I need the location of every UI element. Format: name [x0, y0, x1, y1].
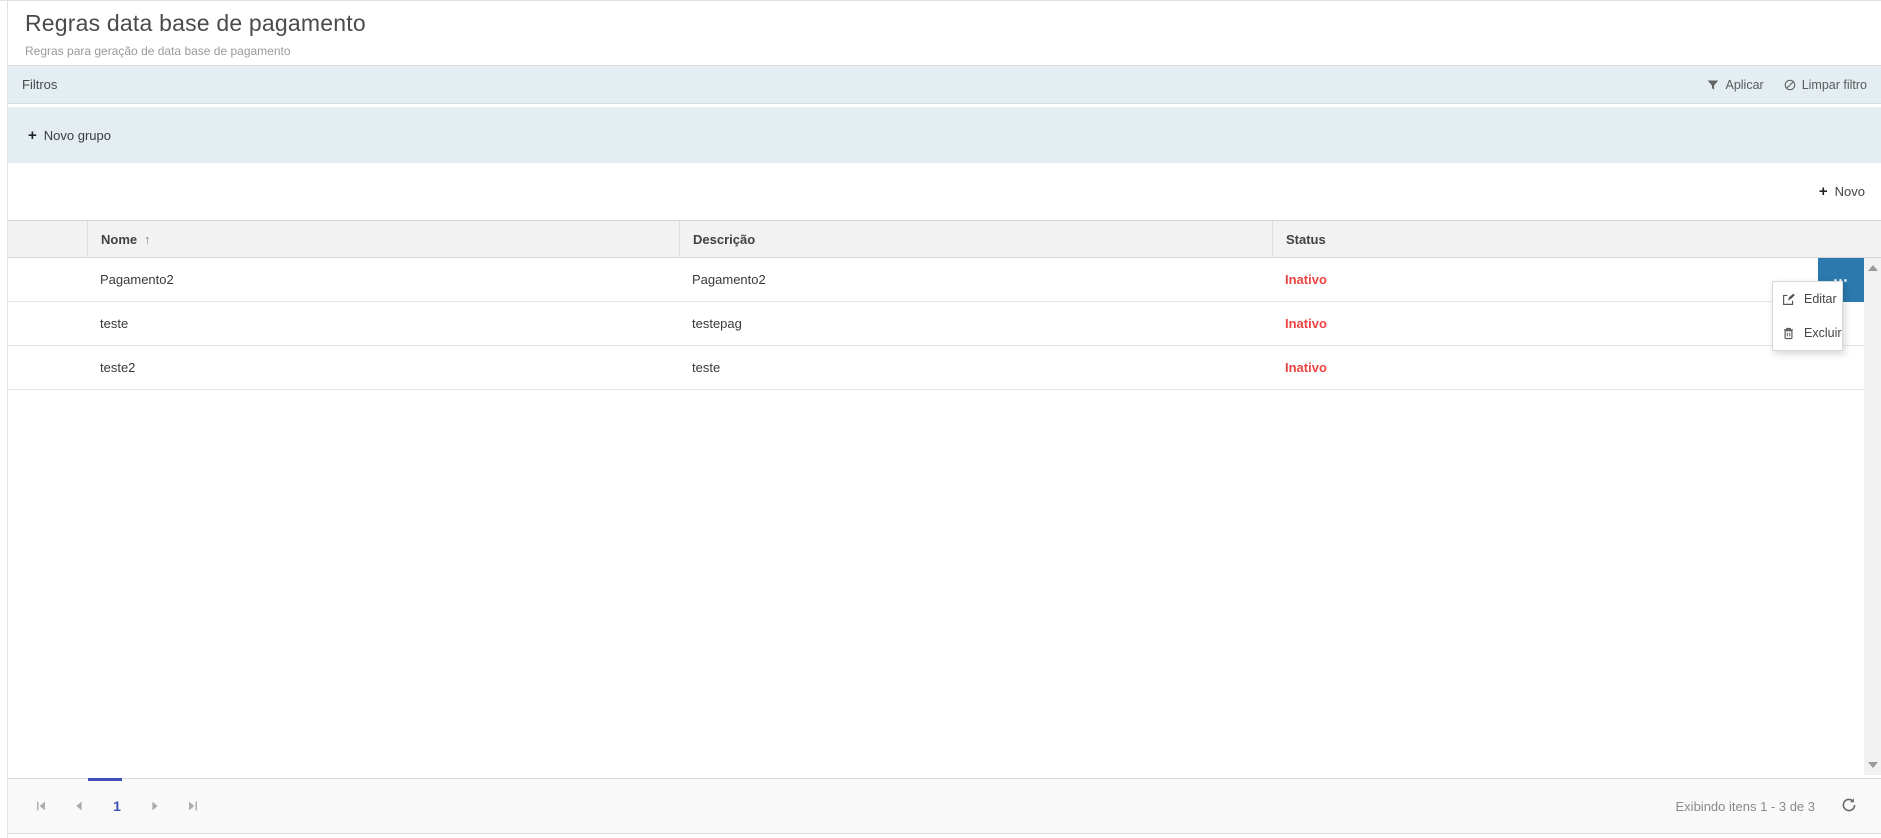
new-filter-group-label: Novo grupo [44, 128, 111, 143]
last-page-button[interactable] [174, 791, 212, 821]
page-subtitle: Regras para geração de data base de paga… [25, 44, 1881, 58]
plus-icon: + [1819, 184, 1828, 199]
cell-nome: teste2 [87, 360, 679, 375]
current-page-indicator [88, 778, 122, 781]
table-row[interactable]: Pagamento2 Pagamento2 Inativo [8, 258, 1881, 302]
table-row[interactable]: teste testepag Inativo [8, 302, 1881, 346]
menu-item-editar[interactable]: Editar [1773, 282, 1842, 316]
menu-item-excluir[interactable]: Excluir [1773, 316, 1842, 350]
pager-right-group: Exibindo itens 1 - 3 de 3 [1676, 797, 1867, 816]
cell-nome: teste [87, 316, 679, 331]
previous-page-button[interactable] [60, 791, 98, 821]
trash-icon [1782, 327, 1795, 340]
refresh-button[interactable] [1841, 797, 1857, 816]
new-record-button[interactable]: + Novo [1819, 184, 1865, 199]
clear-filter-label: Limpar filtro [1802, 78, 1867, 92]
column-header-descricao[interactable]: Descrição [679, 221, 1272, 257]
column-header-status-label: Status [1286, 232, 1326, 247]
filters-bar: Filtros Aplicar Limpar filtro [8, 66, 1881, 104]
refresh-icon [1841, 797, 1857, 816]
page-root: Regras data base de pagamento Regras par… [0, 0, 1881, 838]
scroll-up-icon[interactable] [1868, 265, 1878, 271]
apply-filter-button[interactable]: Aplicar [1707, 78, 1763, 92]
cancel-circle-icon [1784, 79, 1796, 91]
filters-label: Filtros [22, 77, 57, 92]
first-page-button[interactable] [22, 791, 60, 821]
new-filter-group-button[interactable]: + Novo grupo [28, 128, 111, 143]
cell-descricao: teste [679, 360, 1272, 375]
page-title: Regras data base de pagamento [25, 10, 1881, 37]
column-header-nome-label: Nome [101, 232, 137, 247]
pager-info: Exibindo itens 1 - 3 de 3 [1676, 799, 1815, 814]
grid-header-row: Nome ↑ Descrição Status [8, 220, 1881, 258]
filter-funnel-icon [1707, 79, 1719, 91]
data-grid: Nome ↑ Descrição Status Pagamento2 Pagam… [8, 220, 1881, 390]
grid-header-spacer [8, 221, 87, 257]
grid-toolbar: + Novo [8, 163, 1881, 220]
next-page-button[interactable] [136, 791, 174, 821]
column-header-descricao-label: Descrição [693, 232, 755, 247]
cell-descricao: testepag [679, 316, 1272, 331]
filter-actions: Aplicar Limpar filtro [1707, 78, 1867, 92]
pager-bar: 1 Exibindo itens 1 - 3 de 3 [8, 778, 1881, 834]
edit-icon [1782, 293, 1795, 306]
clear-filter-button[interactable]: Limpar filtro [1784, 78, 1867, 92]
page-header: Regras data base de pagamento Regras par… [8, 1, 1881, 66]
menu-item-editar-label: Editar [1804, 292, 1837, 306]
column-header-status[interactable]: Status [1272, 221, 1881, 257]
scroll-down-icon[interactable] [1868, 762, 1878, 768]
plus-icon: + [28, 128, 37, 143]
vertical-scrollbar[interactable] [1864, 258, 1881, 775]
status-badge: Inativo [1272, 360, 1881, 375]
column-header-nome[interactable]: Nome ↑ [87, 221, 679, 257]
table-row[interactable]: teste2 teste Inativo [8, 346, 1881, 390]
row-actions-menu: Editar Excluir [1772, 281, 1843, 351]
page-number[interactable]: 1 [98, 798, 136, 814]
sort-asc-icon: ↑ [144, 232, 151, 247]
cell-nome: Pagamento2 [87, 272, 679, 287]
menu-item-excluir-label: Excluir [1804, 326, 1842, 340]
filter-builder-panel: + Novo grupo [8, 107, 1881, 163]
cell-descricao: Pagamento2 [679, 272, 1272, 287]
new-record-label: Novo [1835, 184, 1865, 199]
apply-filter-label: Aplicar [1725, 78, 1763, 92]
